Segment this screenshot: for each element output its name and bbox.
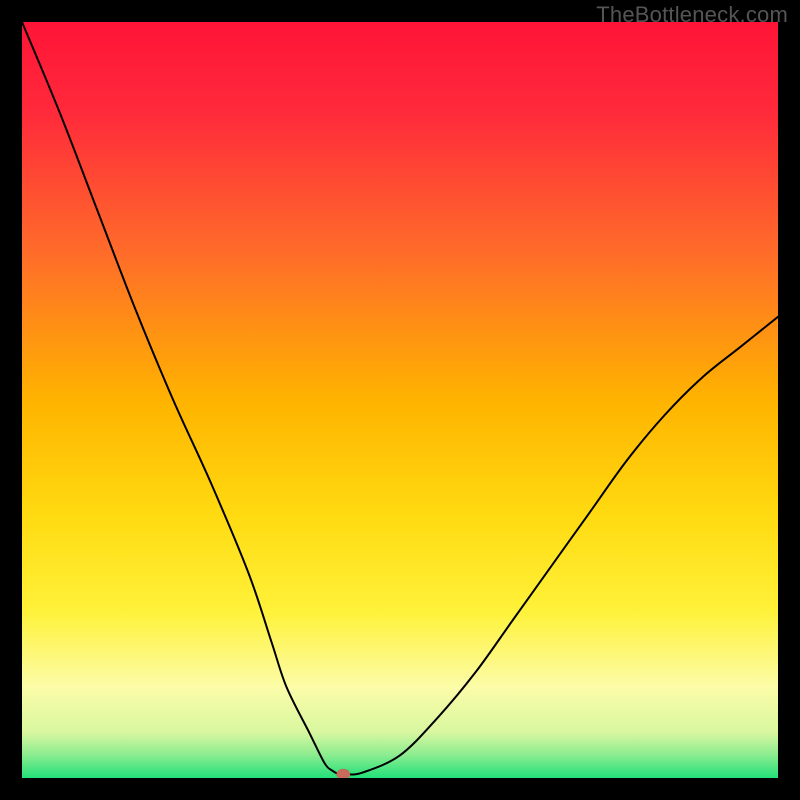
chart-frame: TheBottleneck.com xyxy=(0,0,800,800)
heat-background xyxy=(22,22,778,778)
bottleneck-chart xyxy=(22,22,778,778)
watermark-text: TheBottleneck.com xyxy=(596,2,788,28)
